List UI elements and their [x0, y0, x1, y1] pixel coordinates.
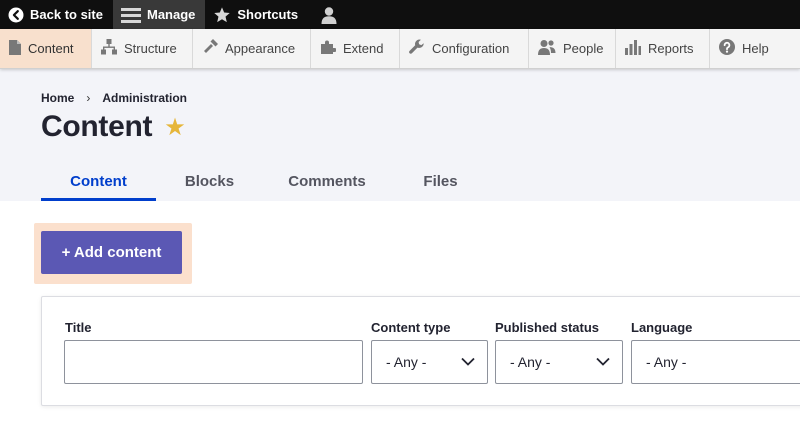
title-filter-label: Title — [65, 320, 92, 335]
published-status-select[interactable]: - Any - — [495, 340, 623, 384]
appearance-icon — [202, 39, 218, 58]
breadcrumb: Home › Administration — [41, 91, 187, 105]
back-to-site-link[interactable]: Back to site — [0, 0, 113, 29]
chevron-down-icon — [461, 353, 475, 371]
back-arrow-icon — [8, 7, 24, 23]
tray-label-people: People — [563, 41, 604, 56]
back-to-site-label: Back to site — [30, 7, 103, 22]
star-icon — [213, 6, 231, 24]
help-icon — [719, 39, 735, 58]
tab-blocks[interactable]: Blocks — [156, 161, 263, 201]
published-status-value: - Any - — [510, 354, 551, 370]
tray-label-appearance: Appearance — [225, 41, 296, 56]
tray-item-appearance[interactable]: Appearance — [193, 29, 311, 68]
primary-tabs: Content Blocks Comments Files — [41, 161, 490, 201]
tab-comments[interactable]: Comments — [263, 161, 391, 201]
tray-item-people[interactable]: People — [529, 29, 616, 68]
tab-content[interactable]: Content — [41, 161, 156, 201]
shortcuts-label: Shortcuts — [237, 7, 299, 22]
language-select[interactable]: - Any - — [631, 340, 800, 384]
structure-icon — [101, 39, 117, 58]
page-header: Home › Administration Content ★ Content … — [0, 69, 800, 201]
reports-icon — [625, 39, 641, 58]
tray-item-help[interactable]: Help — [710, 29, 800, 68]
manage-label: Manage — [146, 7, 196, 22]
breadcrumb-separator: › — [86, 91, 91, 105]
chevron-down-icon — [596, 353, 610, 371]
tray-label-reports: Reports — [648, 41, 694, 56]
tray-item-extend[interactable]: Extend — [311, 29, 400, 68]
shortcuts-tab[interactable]: Shortcuts — [205, 0, 308, 29]
breadcrumb-home-link[interactable]: Home — [41, 91, 74, 105]
breadcrumb-administration-link[interactable]: Administration — [102, 91, 187, 105]
admin-menu-tray: Content Structure Appearance Extend Conf… — [0, 29, 800, 69]
tray-item-configuration[interactable]: Configuration — [400, 29, 529, 68]
wrench-icon — [409, 39, 425, 58]
tray-label-extend: Extend — [343, 41, 384, 56]
title-filter-input[interactable] — [64, 340, 363, 384]
add-content-button[interactable]: + Add content — [41, 231, 182, 274]
people-icon — [538, 39, 556, 58]
extend-icon — [320, 39, 337, 58]
page-title-row: Content ★ — [41, 110, 186, 144]
admin-toolbar: Back to site Manage Shortcuts — [0, 0, 800, 29]
content-icon — [9, 39, 21, 58]
tray-label-content: Content — [28, 41, 74, 56]
user-tab[interactable] — [308, 0, 350, 29]
hamburger-icon — [120, 7, 141, 23]
content-type-select[interactable]: - Any - — [371, 340, 488, 384]
tray-item-reports[interactable]: Reports — [616, 29, 710, 68]
language-value: - Any - — [646, 354, 687, 370]
published-status-label: Published status — [495, 320, 600, 335]
page-title: Content — [41, 110, 153, 143]
tray-label-help: Help — [742, 41, 769, 56]
tray-item-structure[interactable]: Structure — [92, 29, 193, 68]
tray-item-content[interactable]: Content — [0, 29, 92, 68]
language-label: Language — [631, 320, 693, 335]
tab-files[interactable]: Files — [391, 161, 490, 201]
shortcut-star-icon[interactable]: ★ — [164, 116, 186, 140]
manage-tab[interactable]: Manage — [112, 0, 206, 29]
content-type-value: - Any - — [386, 354, 427, 370]
content-type-label: Content type — [371, 320, 451, 335]
tray-label-structure: Structure — [124, 41, 177, 56]
user-icon — [320, 6, 338, 24]
tray-label-configuration: Configuration — [432, 41, 510, 56]
content-filters: Title Content type - Any - Published sta… — [41, 296, 800, 406]
